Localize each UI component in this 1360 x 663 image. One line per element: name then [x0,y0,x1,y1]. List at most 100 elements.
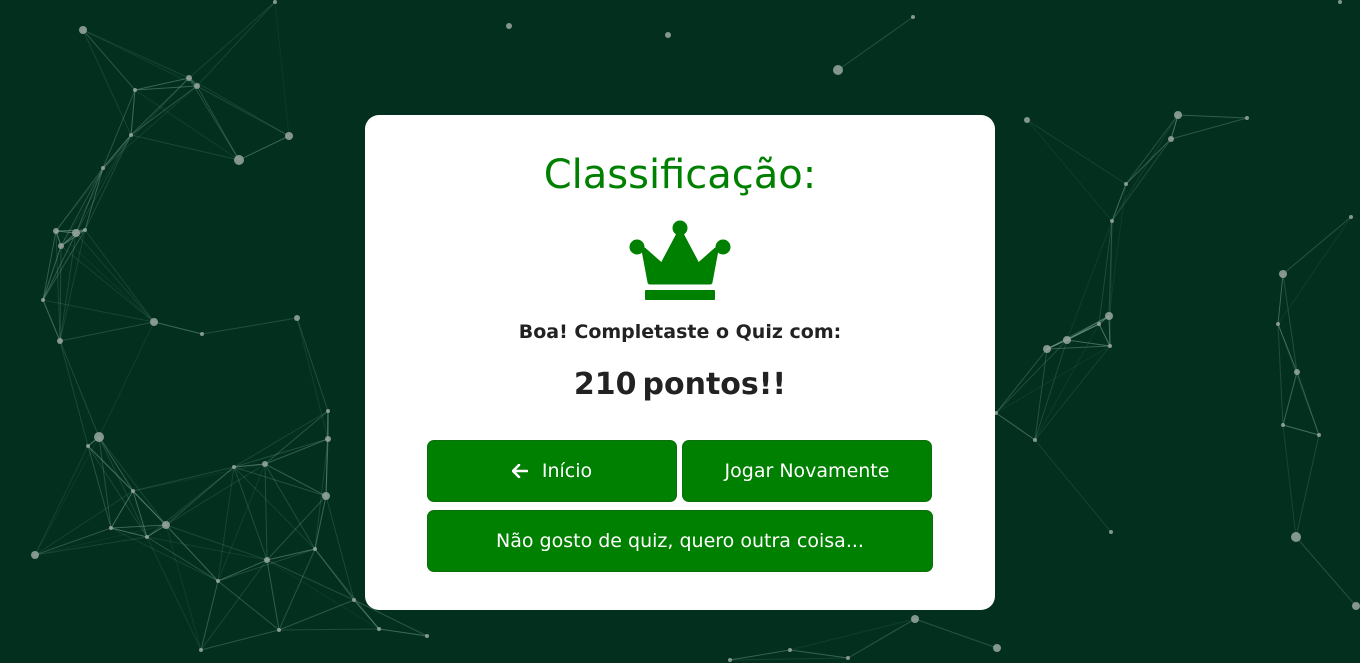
network-node [1024,117,1030,123]
network-node [94,432,104,442]
network-node [58,243,64,249]
score-display: 210 pontos!! [365,365,995,405]
other-activity-button[interactable]: Não gosto de quiz, quero outra coisa... [427,510,933,572]
network-line [200,629,280,651]
arrow-left-icon [511,464,528,478]
network-node [1338,0,1342,4]
network-node [232,465,236,469]
network-line [266,548,316,561]
network-node [72,229,80,237]
network-node [150,318,158,326]
network-node [1097,322,1101,326]
network-line [196,1,276,87]
network-line [1066,220,1113,341]
network-node [1281,423,1285,427]
network-line [98,436,134,492]
network-line [102,85,198,169]
network-line [1111,114,1179,222]
network-line [1125,114,1179,185]
network-line [59,245,62,342]
network-line [1125,138,1172,185]
network-line [165,463,266,526]
network-node [1168,136,1174,142]
network-node [1105,312,1113,320]
play-again-button[interactable]: Jogar Novamente [682,440,932,502]
network-line [84,229,155,323]
network-node [1109,530,1113,534]
network-line [87,445,148,538]
home-button[interactable]: Início [427,440,677,502]
network-node [31,551,39,559]
network-line [1066,339,1111,347]
network-line [132,463,266,492]
network-line [55,167,104,232]
network-line [995,345,1111,414]
network-line [34,536,148,556]
network-line [1034,348,1048,441]
network-node [131,489,135,493]
network-line [98,321,155,438]
network-line [1108,315,1111,347]
network-line [789,649,849,659]
network-node [199,648,203,652]
network-node [1317,433,1321,437]
completion-message: Boa! Completaste o Quiz com: [518,321,842,343]
network-node [1276,322,1280,326]
network-line [266,559,280,631]
network-node [1294,369,1300,375]
network-node [506,23,512,29]
network-node [264,557,270,563]
network-node [1063,336,1071,344]
network-line [59,340,100,438]
network-node [234,155,244,165]
network-node [262,461,268,467]
network-line [1295,536,1357,607]
network-line [266,559,355,601]
network-node [294,315,300,321]
network-line [82,29,136,91]
network-line [1282,216,1352,275]
network-line [201,317,298,335]
network-line [837,16,914,71]
network-line [847,618,916,659]
network-node [1108,344,1112,348]
network-line [59,321,155,342]
network-node [833,65,843,75]
network-node [194,83,200,89]
network-line [34,524,167,556]
network-line [238,135,290,161]
network-line [729,649,791,661]
network-node [101,166,105,170]
network-line [188,1,276,79]
network-line [1046,345,1111,350]
network-node [79,26,87,34]
network-line [55,229,86,232]
network-node [129,133,133,137]
network-node [313,547,317,551]
network-line [1295,434,1320,538]
network-node [216,579,220,583]
network-node [1352,602,1360,610]
score-value: 210 [573,367,637,402]
network-node [728,658,732,662]
network-node [326,409,330,413]
network-node [1110,219,1114,223]
network-line [278,628,380,631]
network-node [273,0,277,4]
network-line [1026,119,1127,185]
home-button-label: Início [541,460,593,482]
network-node [1279,270,1287,278]
network-line [98,436,148,538]
network-line [42,299,61,342]
network-line [296,317,329,440]
network-line [325,495,355,601]
network-node [57,338,63,344]
network-node [186,75,192,81]
score-suffix: pontos!! [642,367,787,402]
network-line [1034,439,1112,533]
network-node [277,628,281,632]
network-node [145,535,149,539]
network-line [995,412,1036,441]
network-node [377,627,381,631]
network-node [1349,215,1353,219]
